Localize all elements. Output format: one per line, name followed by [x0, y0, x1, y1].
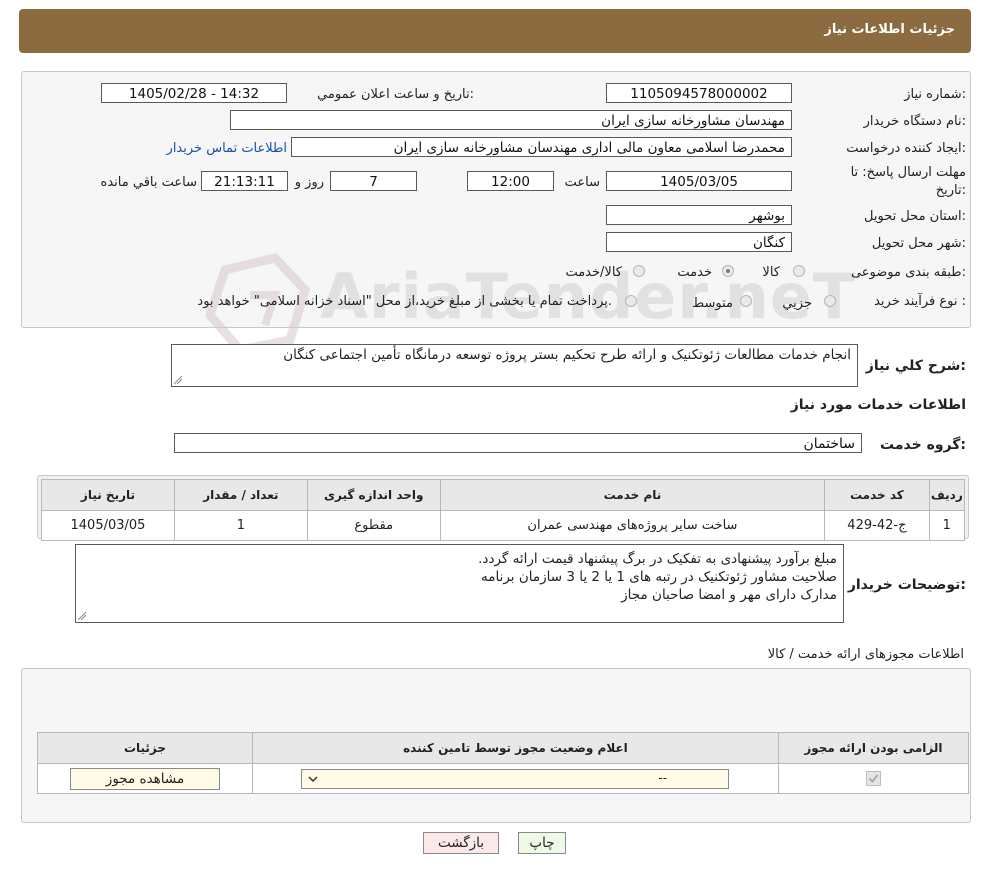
category-radio-goods[interactable]: [793, 265, 805, 277]
col-date: تاريخ نياز: [41, 479, 175, 511]
deadline-label-line2: تاريخ:: [935, 183, 966, 198]
table-row: 1 ج-42-429 ساخت سایر پروژه‌های مهندسی عم…: [41, 510, 966, 541]
permits-table: الزامی بودن ارائه مجوز اعلام وضعيت مجوز …: [37, 732, 970, 794]
purchase-radio-medium[interactable]: [740, 295, 752, 307]
col-code: کد خدمت: [824, 479, 930, 511]
need-number-field: 1105094578000002: [606, 83, 792, 103]
cell-permit-required: [777, 763, 970, 794]
announce-datetime-label: تاریخ و ساعت اعلان عمومي:: [317, 87, 474, 102]
permit-status-value: --: [658, 770, 668, 785]
purchase-radio-small[interactable]: [824, 295, 836, 307]
cell-permit-details: مشاهده مجوز: [37, 763, 253, 794]
purchase-option-medium: متوسط: [692, 296, 733, 311]
category-radio-goods-service[interactable]: [633, 265, 645, 277]
permit-status-select[interactable]: --: [301, 768, 730, 789]
col-row: رديف: [928, 479, 966, 511]
category-radio-service[interactable]: [722, 265, 734, 277]
chevron-down-icon: [308, 775, 318, 782]
need-number-label: شماره نیاز:: [904, 87, 966, 102]
resize-grip-icon[interactable]: [78, 612, 86, 620]
purchase-option-small: جزیي: [782, 296, 812, 311]
city-field: کنگان: [606, 232, 792, 252]
buyer-note-line: صلاحیت مشاور ژئوتکنیک در رتبه های 1 یا 2…: [480, 569, 837, 585]
category-label: طبقه بندی موضوعی:: [850, 265, 966, 280]
page-title: جزئیات اطلاعات نیاز: [824, 22, 955, 37]
province-label: استان محل تحويل:: [864, 209, 966, 224]
buyer-note-line: مدارک دارای مهر و امضا صاحبان مجاز: [621, 587, 837, 603]
permits-table-header: الزامی بودن ارائه مجوز اعلام وضعيت مجوز …: [37, 732, 970, 764]
deadline-time-field: 12:00: [467, 171, 554, 191]
services-table-wrap: رديف کد خدمت نام خدمت واحد اندازه گيری ت…: [37, 475, 969, 541]
deadline-label-line1: مهلت ارسال پاسخ: تا: [850, 165, 966, 180]
checkmark-icon: [868, 774, 879, 783]
print-button[interactable]: چاپ: [518, 832, 566, 854]
buyer-org-label: نام دستگاه خريدار:: [863, 114, 966, 129]
announce-datetime-field: 1405/02/28 - 14:32: [101, 83, 287, 103]
description-textarea[interactable]: انجام خدمات مطالعات ژئوتکنیک و ارائه طرح…: [171, 344, 858, 387]
services-table-header: رديف کد خدمت نام خدمت واحد اندازه گيری ت…: [41, 479, 966, 511]
remaining-time-label: ساعت باقي مانده: [100, 175, 197, 190]
deadline-date-field: 1405/03/05: [606, 171, 792, 191]
cell-permit-status: --: [251, 763, 779, 794]
resize-grip-icon[interactable]: [174, 376, 182, 384]
col-permit-details: جزئيات: [37, 732, 253, 764]
description-label: شرح کلي نياز:: [865, 358, 966, 374]
buyer-org-field: مهندسان مشاورخانه سازی ایران: [230, 110, 792, 130]
back-button[interactable]: بازگشت: [423, 832, 499, 854]
view-permit-button[interactable]: مشاهده مجوز: [70, 767, 220, 790]
services-table: رديف کد خدمت نام خدمت واحد اندازه گيری ت…: [41, 479, 966, 541]
cell-name: ساخت سایر پروژه‌های مهندسی عمران: [439, 510, 826, 541]
buyer-note-line: مبلغ برآورد پیشنهادی به تفکیک در برگ پیش…: [478, 551, 837, 567]
page-header: جزئیات اطلاعات نیاز: [19, 9, 971, 53]
creator-label: ايجاد کننده درخواست:: [846, 141, 966, 156]
col-permit-status: اعلام وضعيت مجوز توسط تامين کننده: [251, 732, 779, 764]
treasury-note: پرداخت تمام یا بخشی از مبلغ خرید،از محل …: [197, 294, 612, 309]
table-row: -- مشاهده مجوز: [37, 763, 970, 794]
category-option-goods-service: کالا/خدمت: [565, 265, 622, 280]
permits-panel: الزامی بودن ارائه مجوز اعلام وضعيت مجوز …: [21, 668, 971, 823]
cell-date: 1405/03/05: [41, 510, 175, 541]
permit-required-checkbox[interactable]: [865, 771, 881, 786]
deadline-days-label: روز و: [294, 175, 324, 190]
cell-row: 1: [928, 510, 966, 541]
treasury-checkbox[interactable]: [625, 295, 637, 307]
cell-qty: 1: [173, 510, 308, 541]
service-group-field: ساختمان: [174, 433, 862, 453]
buyer-notes-label: توضيحات خريدار:: [847, 577, 966, 593]
cell-code: ج-42-429: [824, 510, 930, 541]
col-qty: تعداد / مقدار: [173, 479, 308, 511]
services-section-title: اطلاعات خدمات مورد نياز: [790, 397, 966, 413]
remaining-time-field: 21:13:11: [201, 171, 288, 191]
purchase-type-label: نوع فرآيند خريد :: [874, 294, 966, 309]
category-option-service: خدمت: [677, 265, 712, 280]
buyer-notes-textarea[interactable]: مبلغ برآورد پیشنهادی به تفکیک در برگ پیش…: [75, 544, 844, 623]
col-name: نام خدمت: [439, 479, 826, 511]
deadline-time-label: ساعت: [564, 175, 600, 190]
deadline-days-field: 7: [330, 171, 417, 191]
cell-unit: مقطوع: [306, 510, 441, 541]
col-unit: واحد اندازه گيری: [306, 479, 441, 511]
province-field: بوشهر: [606, 205, 792, 225]
col-permit-required: الزامی بودن ارائه مجوز: [777, 732, 970, 764]
city-label: شهر محل تحويل:: [871, 236, 966, 251]
category-option-goods: کالا: [762, 265, 780, 280]
buyer-contact-link[interactable]: اطلاعات تماس خريدار: [167, 141, 287, 156]
permits-section-title: اطلاعات مجوزهای ارائه خدمت / کالا: [767, 647, 964, 662]
description-text: انجام خدمات مطالعات ژئوتکنیک و ارائه طرح…: [283, 347, 851, 363]
creator-field: محمدرضا اسلامی معاون مالی اداری مهندسان …: [291, 137, 792, 157]
service-group-label: گروه خدمت:: [880, 437, 966, 453]
